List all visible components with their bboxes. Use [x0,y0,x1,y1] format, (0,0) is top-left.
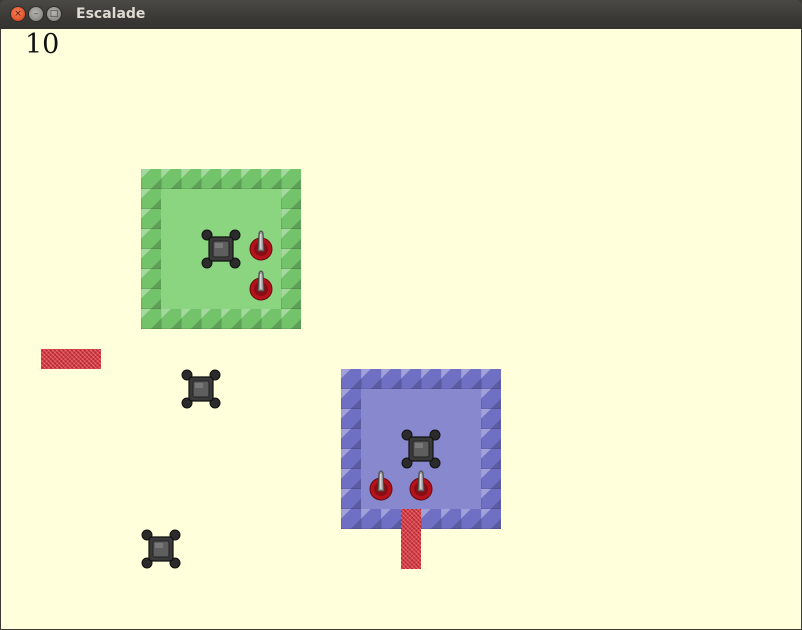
title-bar: × – □ Escalade [0,0,802,29]
blue-room-wall-top [341,369,501,389]
blue-room-wall-left [341,389,361,509]
green-room-wall-left [141,189,161,309]
green-room-wall-bottom [141,309,301,329]
minimize-button[interactable]: – [29,7,43,21]
tank-icon[interactable] [141,529,181,569]
tank-icon[interactable] [201,229,241,269]
game-canvas[interactable]: 10 [1,29,801,629]
window-title: Escalade [76,6,146,22]
tank-icon[interactable] [181,369,221,409]
red-barrier-vertical [401,509,421,569]
score-counter: 10 [25,29,60,60]
tank-icon[interactable] [401,429,441,469]
game-window: × – □ Escalade 10 [0,0,802,630]
minimize-icon: – [33,8,39,19]
cannon-icon[interactable] [241,265,281,305]
cannon-icon[interactable] [361,465,401,505]
blue-room-wall-bottom [341,509,501,529]
maximize-icon: □ [49,8,59,19]
cannon-icon[interactable] [241,225,281,265]
red-barrier-horizontal [41,349,101,369]
cannon-icon[interactable] [401,465,441,505]
close-icon: × [14,8,22,19]
green-room-wall-top [141,169,301,189]
maximize-button[interactable]: □ [47,7,61,21]
close-button[interactable]: × [11,7,25,21]
blue-room-wall-right [481,389,501,509]
green-room-wall-right [281,189,301,309]
